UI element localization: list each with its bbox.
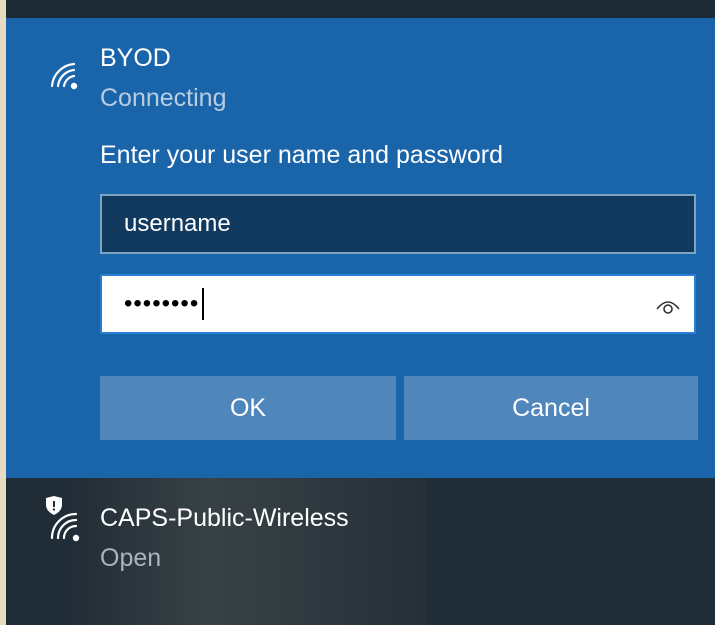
username-value: username [124, 210, 231, 237]
text-caret [202, 288, 205, 320]
network-name: BYOD [100, 44, 171, 72]
network-name: CAPS-Public-Wireless [100, 504, 349, 532]
username-field[interactable]: username [100, 194, 696, 254]
flyout-top-strip [6, 0, 715, 18]
wifi-icon [50, 62, 78, 90]
shield-icon [46, 496, 62, 515]
password-value: •••••••• [124, 290, 200, 317]
network-item-byod[interactable]: BYOD Connecting Enter your user name and… [6, 18, 715, 478]
cancel-button[interactable]: Cancel [404, 376, 698, 440]
credentials-prompt: Enter your user name and password [100, 141, 503, 169]
network-item-caps-public-wireless[interactable]: CAPS-Public-Wireless Open [6, 478, 715, 625]
network-status: Connecting [100, 84, 227, 112]
password-field[interactable]: •••••••• [100, 274, 696, 334]
network-status: Open [100, 544, 162, 572]
wifi-secured-icon [46, 496, 80, 542]
ok-button[interactable]: OK [100, 376, 396, 440]
network-flyout: BYOD Connecting Enter your user name and… [6, 0, 715, 625]
reveal-password-icon[interactable] [654, 290, 682, 318]
